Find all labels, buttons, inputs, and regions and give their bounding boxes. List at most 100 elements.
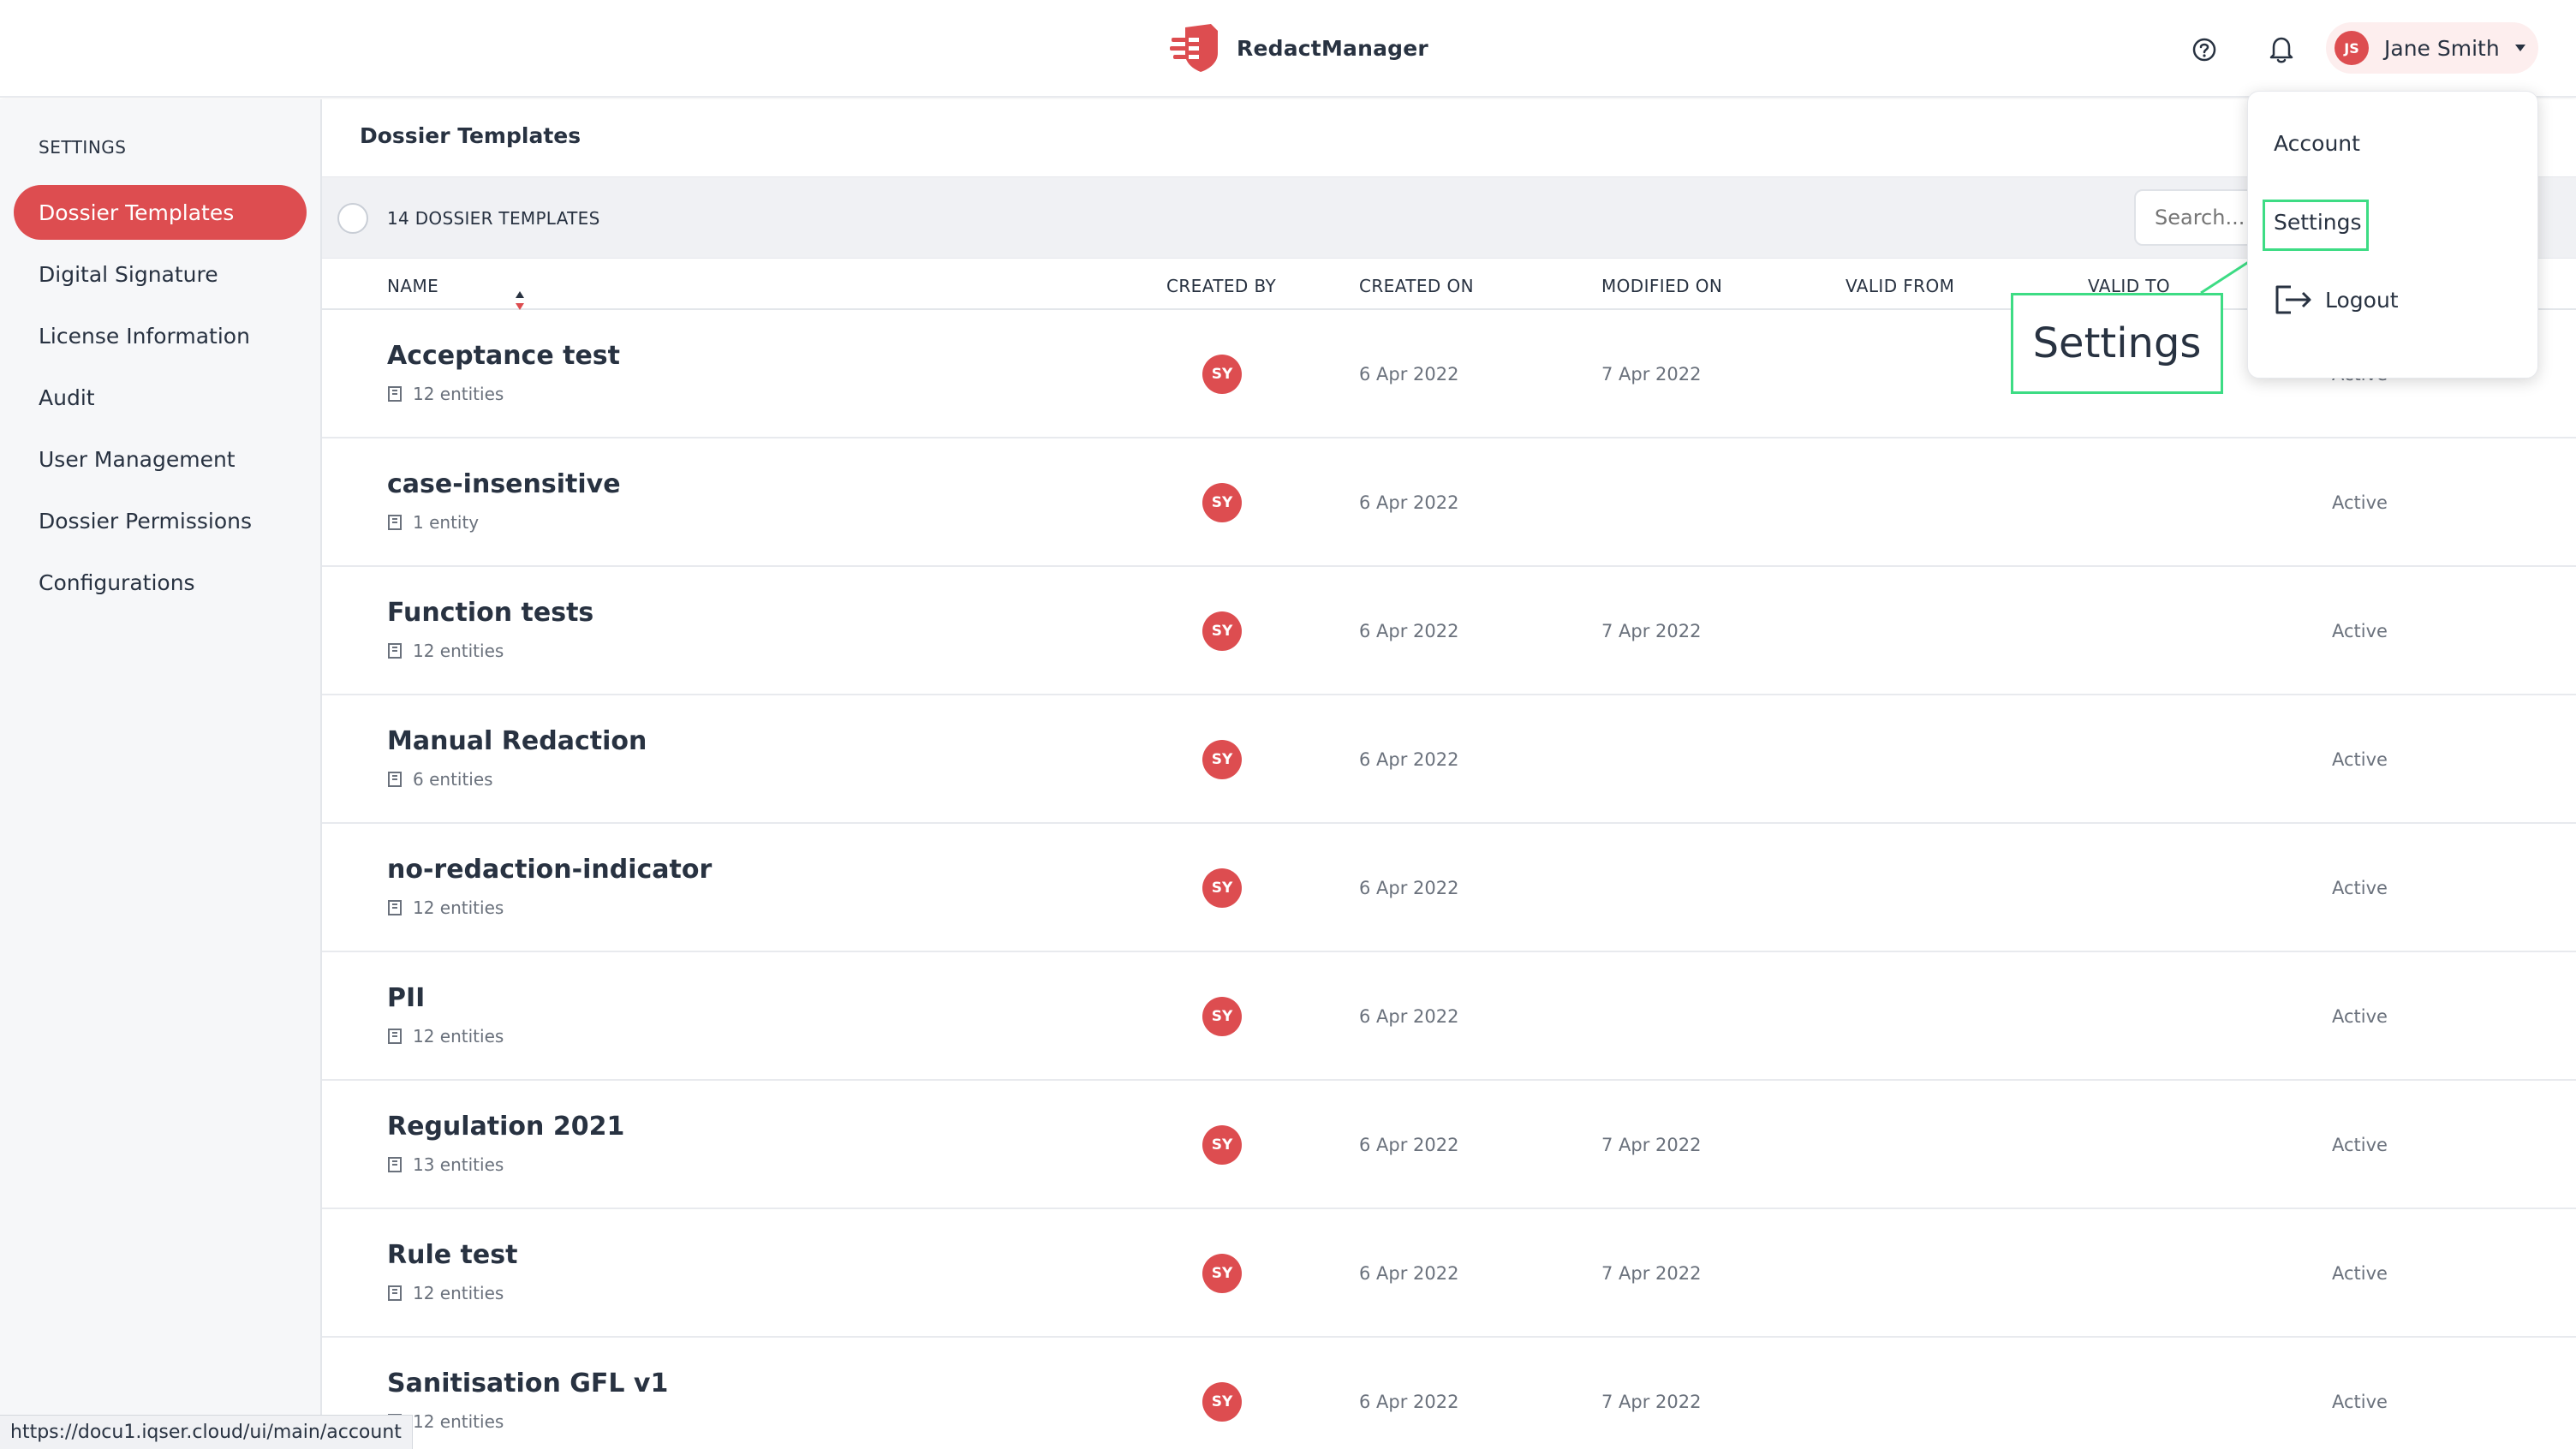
user-menu-button[interactable]: JS Jane Smith: [2326, 22, 2538, 74]
sidebar-item-dossier-templates[interactable]: Dossier Templates: [14, 185, 307, 240]
entity-count-label: 12 entities: [413, 384, 504, 404]
app-name: RedactManager: [1237, 35, 1428, 61]
created-on: 6 Apr 2022: [1359, 878, 1459, 898]
modified-on: 7 Apr 2022: [1601, 1263, 1702, 1284]
sidebar-item-dossier-permissions[interactable]: Dossier Permissions: [14, 493, 307, 548]
creator-avatar: SY: [1202, 868, 1242, 908]
table-row[interactable]: case-insensitive 1 entity SY 6 Apr 2022 …: [322, 438, 2576, 567]
table-row[interactable]: Rule test 12 entities SY 6 Apr 2022 7 Ap…: [322, 1209, 2576, 1338]
created-on: 6 Apr 2022: [1359, 364, 1459, 385]
modified-on: 7 Apr 2022: [1601, 1135, 1702, 1155]
annotation-callout: Settings: [2011, 293, 2223, 394]
template-name[interactable]: Acceptance test: [387, 341, 620, 371]
creator-avatar: SY: [1202, 1254, 1242, 1293]
status-label: Active: [2332, 878, 2388, 898]
template-list: Acceptance test 12 entities SY 6 Apr 202…: [322, 310, 2576, 1449]
created-on: 6 Apr 2022: [1359, 492, 1459, 513]
entity-count: 12 entities: [387, 1283, 504, 1303]
entity-count-label: 6 entities: [413, 769, 493, 790]
modified-on: 7 Apr 2022: [1601, 364, 1702, 385]
column-header-created-by[interactable]: CREATED BY: [1166, 276, 1276, 296]
sidebar-item-user-management[interactable]: User Management: [14, 432, 307, 486]
status-label: Active: [2332, 1263, 2388, 1284]
creator-avatar: SY: [1202, 740, 1242, 779]
template-count: 14 DOSSIER TEMPLATES: [387, 208, 600, 229]
entity-count-label: 12 entities: [413, 1411, 504, 1432]
brand[interactable]: RedactManager: [1170, 22, 1428, 74]
shield-logo-icon: [1170, 24, 1218, 72]
template-name[interactable]: Manual Redaction: [387, 726, 647, 756]
entity-count: 12 entities: [387, 897, 504, 918]
created-on: 6 Apr 2022: [1359, 1135, 1459, 1155]
user-name: Jane Smith: [2384, 35, 2500, 61]
table-row[interactable]: Sanitisation GFL v1 12 entities SY 6 Apr…: [322, 1338, 2576, 1449]
table-row[interactable]: Manual Redaction 6 entities SY 6 Apr 202…: [322, 695, 2576, 824]
created-on: 6 Apr 2022: [1359, 1263, 1459, 1284]
list-toolbar: 14 DOSSIER TEMPLATES: [322, 176, 2576, 259]
page-title: Dossier Templates: [360, 123, 581, 148]
creator-avatar: SY: [1202, 611, 1242, 651]
table-row[interactable]: Acceptance test 12 entities SY 6 Apr 202…: [322, 310, 2576, 438]
avatar: JS: [2334, 31, 2369, 65]
status-label: Active: [2332, 749, 2388, 770]
template-name[interactable]: Sanitisation GFL v1: [387, 1368, 668, 1398]
table-row[interactable]: PII 12 entities SY 6 Apr 2022 Active: [322, 952, 2576, 1081]
annotation-label: Settings: [2032, 319, 2202, 367]
help-icon[interactable]: [2185, 31, 2223, 69]
entity-count-label: 12 entities: [413, 897, 504, 918]
entity-count: 1 entity: [387, 512, 479, 533]
template-name[interactable]: Function tests: [387, 598, 593, 628]
entity-count-label: 12 entities: [413, 1026, 504, 1046]
template-name[interactable]: Rule test: [387, 1240, 517, 1270]
logout-icon: [2275, 285, 2311, 314]
template-name[interactable]: Regulation 2021: [387, 1112, 624, 1142]
creator-avatar: SY: [1202, 1382, 1242, 1422]
sidebar-item-configurations[interactable]: Configurations: [14, 555, 307, 610]
modified-on: 7 Apr 2022: [1601, 1392, 1702, 1412]
template-name[interactable]: case-insensitive: [387, 469, 621, 499]
modified-on: 7 Apr 2022: [1601, 621, 1702, 641]
bell-icon[interactable]: [2263, 31, 2300, 69]
dictionary-icon: [388, 1157, 402, 1172]
table-row[interactable]: Function tests 12 entities SY 6 Apr 2022…: [322, 567, 2576, 695]
sort-icon: [516, 291, 524, 310]
top-bar: RedactManager JS Jane Smith: [0, 0, 2576, 98]
entity-count-label: 13 entities: [413, 1154, 504, 1175]
template-name[interactable]: no-redaction-indicator: [387, 855, 712, 885]
select-all-checkbox[interactable]: [337, 203, 368, 234]
template-name[interactable]: PII: [387, 983, 425, 1013]
status-label: Active: [2332, 1135, 2388, 1155]
menu-item-logout[interactable]: Logout: [2272, 282, 2399, 318]
status-label: Active: [2332, 1006, 2388, 1027]
entity-count: 13 entities: [387, 1154, 504, 1175]
entity-count: 6 entities: [387, 769, 493, 790]
column-header-created-on[interactable]: CREATED ON: [1359, 276, 1474, 296]
dictionary-icon: [388, 386, 402, 402]
table-header: NAME CREATED BY CREATED ON MODIFIED ON V…: [322, 259, 2576, 310]
entity-count-label: 12 entities: [413, 1283, 504, 1303]
column-header-name[interactable]: NAME: [387, 276, 524, 310]
main-content: Dossier Templates 14 DOSSIER TEMPLATES N…: [322, 99, 2576, 1449]
creator-avatar: SY: [1202, 483, 1242, 522]
sidebar-item-digital-signature[interactable]: Digital Signature: [14, 247, 307, 301]
column-header-modified-on[interactable]: MODIFIED ON: [1601, 276, 1722, 296]
menu-item-account[interactable]: Account: [2274, 131, 2360, 156]
dictionary-icon: [388, 515, 402, 530]
entity-count: 12 entities: [387, 384, 504, 404]
caret-down-icon: [2514, 45, 2525, 51]
sidebar-item-license-information[interactable]: License Information: [14, 308, 307, 363]
creator-avatar: SY: [1202, 997, 1242, 1036]
table-row[interactable]: Regulation 2021 13 entities SY 6 Apr 202…: [322, 1081, 2576, 1209]
table-row[interactable]: no-redaction-indicator 12 entities SY 6 …: [322, 824, 2576, 952]
created-on: 6 Apr 2022: [1359, 621, 1459, 641]
menu-item-settings[interactable]: Settings: [2274, 210, 2362, 235]
creator-avatar: SY: [1202, 355, 1242, 394]
status-label: Active: [2332, 621, 2388, 641]
creator-avatar: SY: [1202, 1125, 1242, 1165]
entity-count-label: 12 entities: [413, 641, 504, 661]
sidebar-item-audit[interactable]: Audit: [14, 370, 307, 425]
dictionary-icon: [388, 643, 402, 659]
column-header-valid-from[interactable]: VALID FROM: [1846, 276, 1954, 296]
dictionary-icon: [388, 900, 402, 915]
entity-count: 12 entities: [387, 641, 504, 661]
